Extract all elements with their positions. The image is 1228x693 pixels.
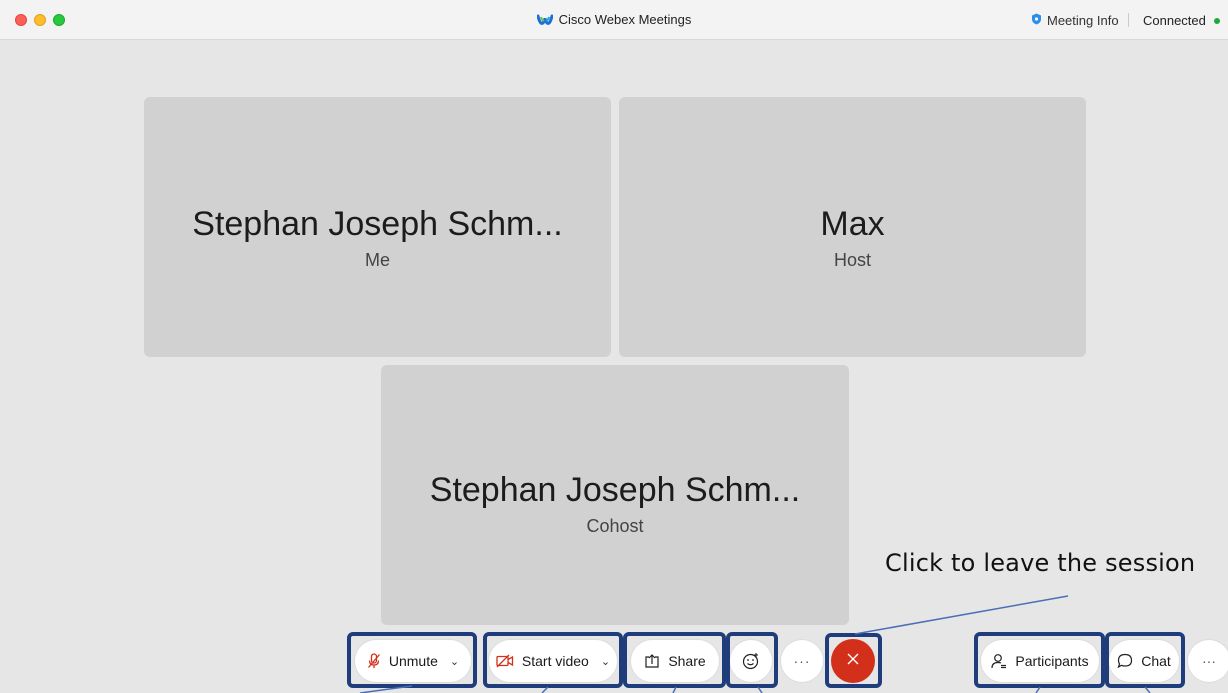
- participant-tile-host: Max Host: [619, 97, 1086, 357]
- participants-label: Participants: [1015, 653, 1089, 669]
- participant-name: Stephan Joseph Schm...: [429, 471, 801, 509]
- participant-name: Max: [820, 205, 885, 243]
- title-divider: [1128, 13, 1129, 27]
- callout-leader-line: [854, 595, 1069, 635]
- more-panels-button[interactable]: ···: [1188, 640, 1228, 682]
- title-bar: Cisco Webex Meetings Meeting Info Connec…: [0, 0, 1228, 40]
- share-label: Share: [668, 653, 706, 669]
- start-video-label: Start video: [521, 653, 589, 669]
- participant-role: Me: [364, 250, 390, 270]
- chat-button[interactable]: Chat: [1109, 640, 1179, 682]
- leader-line-reactions: [757, 686, 763, 693]
- chat-bubble-icon: [1117, 653, 1133, 669]
- leader-line-start-video: [541, 686, 549, 693]
- close-icon: [846, 652, 860, 671]
- share-button[interactable]: Share: [631, 640, 719, 682]
- leader-line-chat: [1144, 686, 1151, 693]
- chat-label: Chat: [1141, 653, 1171, 669]
- muted-microphone-icon: [367, 653, 381, 669]
- participants-button[interactable]: Participants: [981, 640, 1099, 682]
- meeting-info-button[interactable]: Meeting Info: [1031, 13, 1119, 28]
- meeting-info-label: Meeting Info: [1047, 13, 1119, 28]
- leave-callout-text: Click to leave the session: [885, 549, 1196, 577]
- unmute-label: Unmute: [388, 653, 438, 669]
- participants-icon: [991, 653, 1007, 669]
- leave-meeting-button[interactable]: [831, 639, 875, 683]
- participant-name: Stephan Joseph Schm...: [192, 205, 563, 243]
- more-options-label: ···: [793, 653, 811, 669]
- leader-line-share: [672, 686, 677, 693]
- reactions-button[interactable]: [730, 640, 772, 682]
- participant-role: Cohost: [586, 516, 644, 536]
- more-panels-label: ···: [1202, 653, 1216, 669]
- unmute-button[interactable]: Unmute ⌄: [355, 640, 471, 682]
- video-off-icon: [496, 654, 514, 668]
- leader-line-unmute: [359, 685, 413, 693]
- connection-status-label: Connected: [1143, 13, 1206, 28]
- leader-line-participants: [1035, 686, 1041, 693]
- connected-indicator-icon: [1213, 17, 1220, 24]
- participant-tile-cohost: Stephan Joseph Schm... Cohost: [381, 365, 849, 625]
- shield-icon: [1031, 13, 1042, 28]
- more-options-button[interactable]: ···: [781, 640, 823, 682]
- emoji-reaction-icon: [742, 652, 760, 670]
- participant-role: Host: [833, 250, 871, 270]
- share-screen-icon: [644, 653, 660, 669]
- chevron-down-icon[interactable]: ⌄: [601, 655, 610, 668]
- start-video-button[interactable]: Start video ⌄: [489, 640, 617, 682]
- connection-status: Connected: [1143, 13, 1220, 28]
- participant-tile-me: Stephan Joseph Schm... Me: [144, 97, 611, 357]
- chevron-down-icon[interactable]: ⌄: [450, 655, 459, 668]
- window-title: Cisco Webex Meetings: [558, 12, 692, 27]
- webex-logo-icon: [536, 13, 554, 30]
